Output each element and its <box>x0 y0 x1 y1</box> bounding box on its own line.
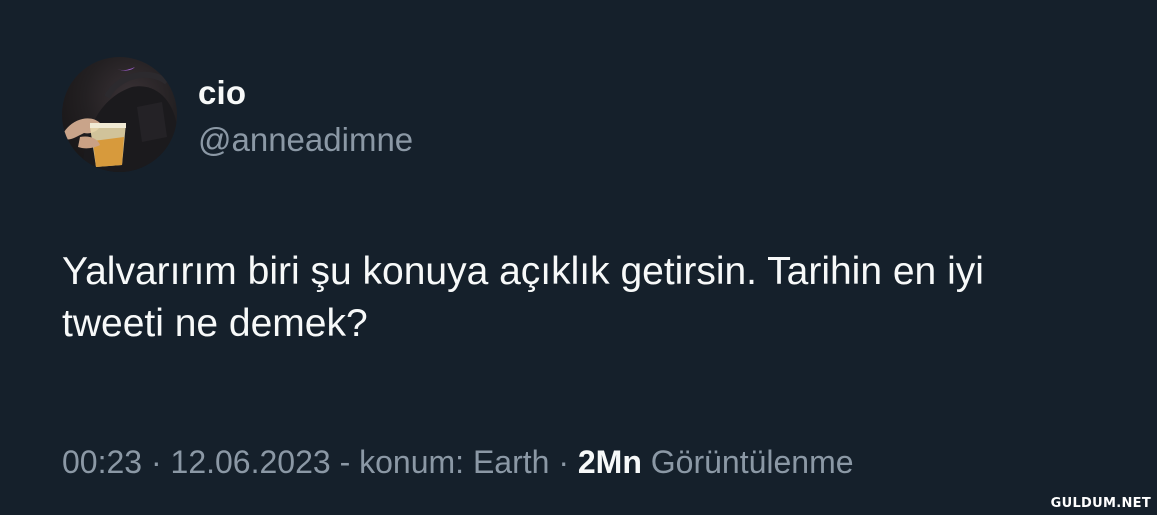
tweet-text-line: Yalvarırım biri şu konuya açıklık getirs… <box>62 250 984 293</box>
tweet-card: cio @anneadimne Yalvarırım biri şu konuy… <box>0 0 1157 515</box>
tweet-time[interactable]: 00:23 <box>62 444 142 480</box>
tweet-text: Yalvarırım biri şu konuya açıklık getirs… <box>62 246 1132 350</box>
views-count[interactable]: 2Mn <box>578 444 642 480</box>
user-handle[interactable]: @anneadimne <box>198 121 413 159</box>
tweet-date[interactable]: 12.06.2023 <box>171 444 331 480</box>
tweet-location: - konum: Earth <box>330 444 550 480</box>
avatar-image <box>64 67 177 172</box>
tweet-meta: 00:23 · 12.06.2023 - konum: Earth · 2Mn … <box>62 444 854 481</box>
tweet-text-line: tweeti ne demek? <box>62 302 368 345</box>
views-label: Görüntülenme <box>641 444 854 480</box>
watermark: GULDUM.NET <box>1050 496 1151 511</box>
meta-separator: · <box>549 444 578 480</box>
display-name[interactable]: cio <box>198 74 246 112</box>
avatar[interactable] <box>62 57 177 172</box>
meta-separator: · <box>142 444 171 480</box>
